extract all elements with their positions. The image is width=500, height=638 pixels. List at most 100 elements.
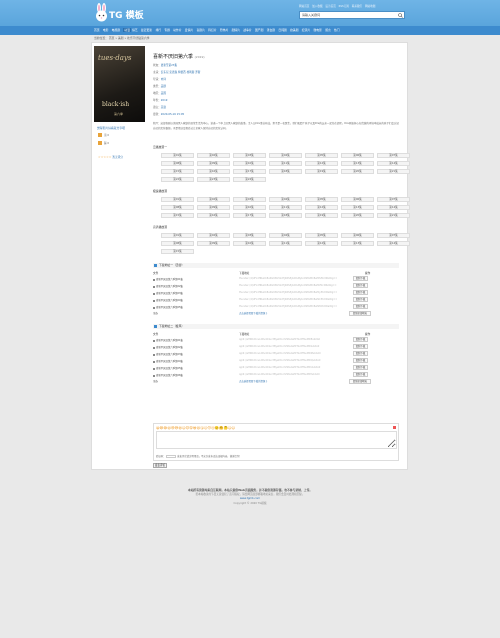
episode-button[interactable]: 第05集 [305,153,338,158]
select-all-checkbox[interactable]: 全选 [153,312,158,315]
download-link-text[interactable]: qqdl://aHR0cDovL2Rvd24uc3ByeDUuY29tLzIwM… [239,373,337,376]
episode-button[interactable]: 第12集 [305,205,338,210]
download-checkbox[interactable] [153,278,155,281]
episode-button[interactable]: 第15集 [161,249,194,254]
copy-download-button[interactable]: 复制下载 [353,304,368,309]
top-link[interactable]: 网站首页 [299,5,309,8]
close-icon[interactable] [393,426,396,429]
episode-button[interactable]: 第08集 [161,205,194,210]
download-checkbox[interactable] [153,346,155,349]
episode-button[interactable]: 第21集 [377,213,410,218]
episode-button[interactable]: 第18集 [269,213,302,218]
episode-button[interactable]: 第07集 [377,233,410,238]
copy-download-button[interactable]: 复制下载 [353,358,368,363]
nav-item[interactable]: 剧情片 [232,28,240,32]
nav-item[interactable]: 国产剧 [255,28,263,32]
download-checkbox[interactable] [153,374,155,377]
episode-button[interactable]: 第18集 [269,169,302,174]
copy-download-button[interactable]: 复制下载 [353,283,368,288]
download-link-text[interactable]: qqdl://aHR0cDovL2Rvd24uc3ByeDUuY29tLzIwM… [239,366,337,369]
download-link-text[interactable]: thunder://QUFodHRwOi8vZG93bi5zcHJ4NS5jb2… [239,284,337,287]
episode-button[interactable]: 第17集 [233,213,266,218]
episode-button[interactable]: 第05集 [305,197,338,202]
nav-item[interactable]: 专题 [164,28,170,32]
episode-button[interactable]: 第04集 [269,233,302,238]
episode-button[interactable]: 第05集 [305,233,338,238]
download-link-text[interactable]: qqdl://aHR0cDovL2Rvd24uc3ByeDUuY29tLzIwM… [239,338,337,341]
episode-button[interactable]: 第21集 [377,169,410,174]
download-file-name[interactable]: 喜新不厌旧第六季第02集 [153,284,235,288]
episode-button[interactable]: 第19集 [305,213,338,218]
top-link[interactable]: 加入收藏 [312,5,322,8]
episode-button[interactable]: 第13集 [341,161,374,166]
episode-button[interactable]: 第13集 [341,241,374,246]
nav-item[interactable]: 首页 [94,28,100,32]
episode-button[interactable]: 第01集 [161,153,194,158]
emoticon-bar[interactable]: 😀😁😂😃😄😅😆😉😊😋😎😍😘😗😙😚🙂🤗🤔😐😑 [156,426,235,430]
nav-item[interactable]: 动作片 [173,28,181,32]
nav-item[interactable]: 欧美剧 [290,28,298,32]
submit-comment-button[interactable]: 发表评论 [153,463,167,468]
poster-image[interactable]: tues·days black·ish 第六季 [94,46,145,122]
episode-button[interactable]: 第06集 [341,153,374,158]
nav-item[interactable]: 留言 [325,28,331,32]
download-checkbox[interactable] [153,360,155,363]
episode-button[interactable]: 第08集 [161,161,194,166]
star-icons[interactable]: ☆☆☆☆☆ [98,155,111,159]
copy-download-button[interactable]: 复制下载 [353,365,368,370]
episode-button[interactable]: 第10集 [233,205,266,210]
episode-button[interactable]: 第06集 [341,197,374,202]
download-checkbox[interactable] [153,306,155,309]
verify-code-input[interactable] [166,455,177,458]
episode-button[interactable]: 第03集 [233,233,266,238]
nav-item[interactable]: 爱情片 [185,28,193,32]
episode-button[interactable]: 第09集 [197,161,230,166]
episode-button[interactable]: 第22集 [161,177,194,182]
copy-download-button[interactable]: 复制下载 [353,290,368,295]
episode-button[interactable]: 第10集 [233,161,266,166]
download-file-name[interactable]: 喜新不厌旧第六季第05集 [153,305,235,309]
episode-button[interactable]: 第23集 [197,177,230,182]
copy-download-button[interactable]: 复制下载 [353,337,368,342]
episode-button[interactable]: 第07集 [377,197,410,202]
download-file-name[interactable]: 喜新不厌旧第六季第04集 [153,359,235,363]
copy-download-button[interactable]: 复制下载 [353,344,368,349]
rating-stars[interactable]: ☆☆☆☆☆ 暂无评分 [98,155,123,159]
episode-button[interactable]: 第03集 [233,197,266,202]
download-file-name[interactable]: 喜新不厌旧第六季第03集 [153,291,235,295]
copy-all-button[interactable]: 复制全部地址 [349,379,371,384]
episode-button[interactable]: 第11集 [269,241,302,246]
download-file-name[interactable]: 喜新不厌旧第六季第01集 [153,277,235,281]
episode-button[interactable]: 第15集 [161,213,194,218]
copy-download-button[interactable]: 复制下载 [353,351,368,356]
episode-button[interactable]: 第15集 [161,169,194,174]
top-link[interactable]: 联系我们 [352,5,362,8]
episode-button[interactable]: 第16集 [197,169,230,174]
nav-item[interactable]: 日韩剧 [278,28,286,32]
episode-button[interactable]: 第02集 [197,233,230,238]
episode-button[interactable]: 第06集 [341,233,374,238]
download-link-text[interactable]: qqdl://aHR0cDovL2Rvd24uc3ByeDUuY29tLzIwM… [239,359,337,362]
episode-button[interactable]: 第09集 [197,241,230,246]
select-all-checkbox[interactable]: 全选 [153,380,158,383]
nav-item[interactable]: 纪录片 [302,28,310,32]
episode-button[interactable]: 第04集 [269,197,302,202]
vote-down[interactable]: 踩 0 [98,141,109,145]
download-file-name[interactable]: 喜新不厌旧第六季第01集 [153,338,235,342]
top-link[interactable]: RSS订阅 [339,5,349,8]
nav-item[interactable]: 动漫 [123,28,131,32]
nav-item[interactable]: 最近更新 [141,28,152,32]
episode-button[interactable]: 第14集 [377,161,410,166]
episode-button[interactable]: 第12集 [305,161,338,166]
episode-button[interactable]: 第14集 [377,241,410,246]
download-file-name[interactable]: 喜新不厌旧第六季第06集 [153,373,235,377]
download-link-text[interactable]: thunder://QUFodHRwOi8vZG93bi5zcHJ4NS5jb2… [239,291,337,294]
nav-item[interactable]: 微电影 [314,28,322,32]
download-link-text[interactable]: thunder://QUFodHRwOi8vZG93bi5zcHJ4NS5jb2… [239,277,337,280]
episode-button[interactable]: 第19集 [305,169,338,174]
nav-item[interactable]: 综艺 [132,28,138,32]
copy-download-button[interactable]: 复制下载 [353,276,368,281]
episode-button[interactable]: 第08集 [161,241,194,246]
episode-button[interactable]: 第13集 [341,205,374,210]
episode-button[interactable]: 第10集 [233,241,266,246]
